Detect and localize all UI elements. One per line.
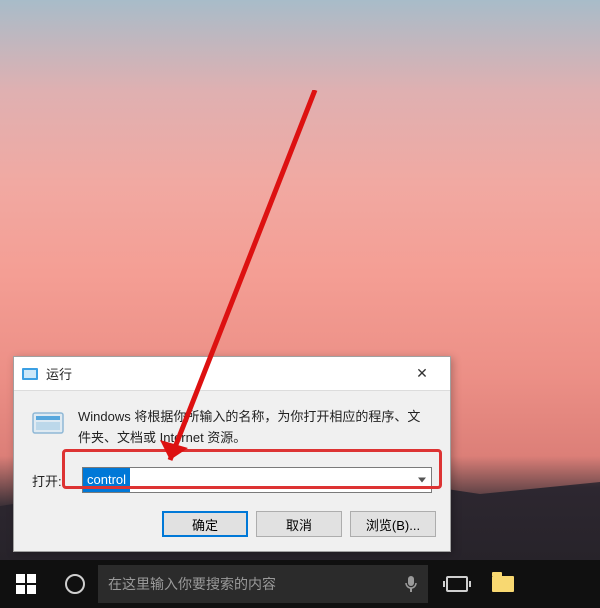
start-button[interactable] <box>0 560 52 608</box>
microphone-icon[interactable] <box>404 575 418 593</box>
dialog-description: Windows 将根据你所输入的名称，为你打开相应的程序、文件夹、文档或 Int… <box>78 407 432 449</box>
run-app-icon <box>32 409 66 437</box>
open-combobox[interactable]: control <box>82 467 432 493</box>
cortana-icon <box>65 574 85 594</box>
task-view-button[interactable] <box>434 560 480 608</box>
ok-label: 确定 <box>192 515 218 534</box>
close-icon: ✕ <box>416 365 428 382</box>
taskbar-app-explorer[interactable] <box>480 560 526 608</box>
browse-button[interactable]: 浏览(B)... <box>350 511 436 537</box>
browse-label: 浏览(B)... <box>366 515 420 534</box>
run-dialog: 运行 ✕ Windows 将根据你所输入的名称，为你打开相应的程序、文件夹、文档… <box>13 356 451 552</box>
titlebar[interactable]: 运行 ✕ <box>14 357 450 391</box>
desktop: 运行 ✕ Windows 将根据你所输入的名称，为你打开相应的程序、文件夹、文档… <box>0 0 600 608</box>
search-placeholder: 在这里输入你要搜索的内容 <box>108 574 276 594</box>
dialog-body: Windows 将根据你所输入的名称，为你打开相应的程序、文件夹、文档或 Int… <box>14 391 450 501</box>
cancel-button[interactable]: 取消 <box>256 511 342 537</box>
ok-button[interactable]: 确定 <box>162 511 248 537</box>
taskbar: 在这里输入你要搜索的内容 <box>0 560 600 608</box>
folder-icon <box>492 576 514 592</box>
cortana-button[interactable] <box>52 560 98 608</box>
cancel-label: 取消 <box>286 515 312 534</box>
task-view-icon <box>446 576 468 592</box>
open-label: 打开: <box>32 471 72 490</box>
windows-icon <box>16 574 36 594</box>
run-title-icon <box>22 366 38 382</box>
close-button[interactable]: ✕ <box>400 359 444 389</box>
taskbar-search[interactable]: 在这里输入你要搜索的内容 <box>98 565 428 603</box>
dialog-button-row: 确定 取消 浏览(B)... <box>14 501 450 551</box>
dialog-title: 运行 <box>46 364 72 383</box>
open-input[interactable] <box>82 467 432 493</box>
